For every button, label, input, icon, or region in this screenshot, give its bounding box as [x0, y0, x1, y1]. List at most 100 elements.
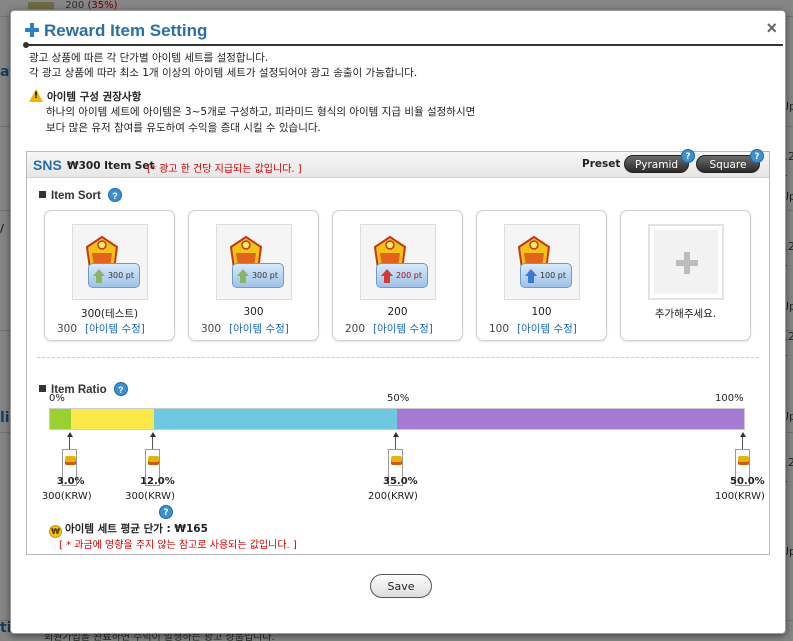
item-price-row: 100 [아이템 수정]	[489, 321, 577, 336]
add-item-card[interactable]: 추가해주세요.	[620, 210, 751, 341]
recommend-line: 보다 많은 유저 참여를 유도하여 수익을 증대 시킬 수 있습니다.	[46, 122, 321, 134]
marker-krw: 200(KRW)	[368, 491, 418, 502]
arrow-up-icon	[525, 269, 537, 283]
item-set-note: [* 광고 한 건당 지급되는 값입니다. ]	[147, 164, 302, 175]
ratio-segment	[70, 409, 155, 429]
arrow-up-icon	[237, 269, 249, 283]
dialog-header: Reward Item Setting ×	[11, 11, 785, 48]
edit-item-link[interactable]: [아이템 수정]	[373, 323, 433, 335]
item-name: 100	[531, 306, 552, 318]
recommend-title-text: 아이템 구성 권장사항	[47, 91, 142, 103]
marker-pin-icon	[393, 432, 399, 437]
item-set-title: ₩300 Item Set	[67, 160, 155, 172]
gift-icon	[391, 456, 402, 465]
marker-stick	[395, 437, 396, 449]
item-sort-text: Item Sort	[51, 190, 101, 202]
dialog-title-text: Reward Item Setting	[44, 21, 208, 40]
product-name: SNS	[33, 157, 62, 173]
help-icon[interactable]: ?	[113, 382, 128, 396]
item-image: 300 pt	[72, 224, 148, 300]
intro-text: 광고 상품에 따른 각 단가별 아이템 세트를 설정합니다. 각 광고 상품에 …	[29, 51, 417, 81]
square-bullet-icon	[39, 191, 46, 198]
ratio-segment	[50, 409, 71, 429]
item-card[interactable]: 200 pt 200 200 [아이템 수정]	[332, 210, 463, 341]
edit-item-link[interactable]: [아이템 수정]	[85, 323, 145, 335]
point-value: 300 pt	[107, 271, 134, 280]
recommend-body: 하나의 아이템 세트에 아이템은 3~5개로 구성하고, 피라미드 형식의 아이…	[46, 104, 475, 136]
close-icon[interactable]: ×	[766, 18, 777, 39]
ratio-tick-0: 0%	[49, 393, 65, 404]
item-image: 200 pt	[360, 224, 436, 300]
marker-percent: 35.0%	[383, 476, 418, 487]
marker-stick	[68, 437, 70, 449]
item-price: 100	[489, 323, 510, 335]
item-name: 300(테스트)	[80, 308, 139, 320]
arrow-up-icon	[381, 269, 393, 283]
marker-stick	[152, 437, 154, 449]
point-badge: 100 pt	[520, 263, 572, 288]
average-price-text: 아이템 세트 평균 단가 : ₩165	[65, 523, 208, 535]
arrow-up-icon	[93, 269, 105, 283]
point-value: 100 pt	[539, 271, 566, 280]
edit-item-link[interactable]: [아이템 수정]	[229, 323, 289, 335]
marker-pin-icon	[150, 432, 157, 437]
average-price-note: [ * 과금에 영향을 주지 않는 참고로 사용되는 값입니다. ]	[59, 540, 297, 551]
ratio-tick-50: 50%	[387, 393, 410, 404]
marker-krw: 300(KRW)	[125, 491, 175, 502]
recommend-title: 아이템 구성 권장사항	[29, 89, 141, 104]
gift-icon	[148, 456, 160, 465]
item-price-row: 200 [아이템 수정]	[345, 321, 433, 336]
title-divider	[23, 42, 783, 48]
preset-pyramid-button[interactable]: Pyramid	[624, 155, 689, 173]
help-icon[interactable]: ?	[159, 505, 173, 519]
marker-pin-icon	[66, 432, 73, 437]
item-name: 200	[387, 306, 408, 318]
item-price-row: 300 [아이템 수정]	[201, 321, 289, 336]
item-set-panel: SNS ₩300 Item Set [* 광고 한 건당 지급되는 값입니다. …	[26, 149, 770, 555]
ratio-segment	[154, 409, 397, 429]
marker-pin-icon	[740, 432, 746, 437]
panel-header: SNS ₩300 Item Set [* 광고 한 건당 지급되는 값입니다. …	[27, 149, 769, 178]
marker-krw: 300(KRW)	[41, 491, 92, 502]
help-icon[interactable]: ?	[108, 188, 123, 202]
marker-stick	[742, 437, 743, 449]
item-card[interactable]: 300 pt 300 300 [아이템 수정]	[188, 210, 319, 341]
help-icon[interactable]: ?	[750, 149, 764, 163]
reward-item-setting-dialog: Reward Item Setting × 광고 상품에 따른 각 단가별 아이…	[10, 10, 786, 634]
marker-percent: 12.0%	[140, 476, 175, 487]
item-price-row: 300 [아이템 수정]	[57, 321, 145, 336]
item-price: 300	[57, 323, 78, 335]
item-card[interactable]: 100 pt 100 100 [아이템 수정]	[476, 210, 607, 341]
item-price: 200	[345, 323, 366, 335]
gift-icon	[738, 456, 749, 465]
item-price: 300	[201, 323, 222, 335]
gift-icon	[64, 456, 76, 465]
marker-percent: 3.0%	[56, 476, 85, 487]
dialog-title: Reward Item Setting	[25, 21, 207, 41]
item-sort-label: Item Sort ?	[39, 188, 123, 202]
item-card[interactable]: 300 pt 300(테스트) 300 [아이템 수정]	[44, 210, 175, 341]
intro-line: 광고 상품에 따른 각 단가별 아이템 세트를 설정합니다.	[29, 52, 269, 64]
point-value: 200 pt	[395, 271, 422, 280]
item-image: 100 pt	[504, 224, 580, 300]
warning-icon	[29, 89, 43, 102]
add-item-slot	[648, 224, 724, 300]
save-button[interactable]: Save	[370, 574, 432, 598]
recommend-line: 하나의 아이템 세트에 아이템은 3~5개로 구성하고, 피라미드 형식의 아이…	[46, 106, 476, 118]
item-name: 300	[243, 306, 264, 318]
ratio-segment	[397, 409, 744, 429]
square-bullet-icon	[39, 385, 46, 392]
plus-icon	[676, 252, 698, 274]
add-item-label: 추가해주세요.	[654, 308, 717, 320]
point-badge: 300 pt	[88, 263, 140, 288]
marker-percent: 50.0%	[730, 476, 765, 487]
help-icon[interactable]: ?	[681, 149, 695, 163]
edit-item-link[interactable]: [아이템 수정]	[517, 323, 577, 335]
plus-icon	[25, 23, 39, 37]
ratio-tick-100: 100%	[715, 393, 744, 404]
section-divider	[37, 357, 759, 358]
ratio-bar[interactable]	[49, 408, 745, 430]
point-value: 300 pt	[251, 271, 278, 280]
point-badge: 200 pt	[376, 263, 428, 288]
divider-dot	[23, 42, 29, 48]
